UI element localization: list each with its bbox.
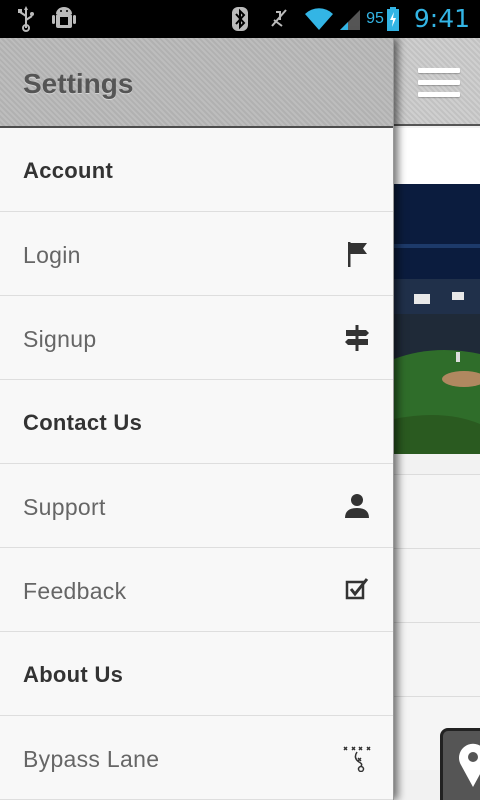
navigation-drawer: Settings Account Login Signup Contact Us (0, 38, 394, 800)
menu-item-label: Feedback (23, 578, 127, 604)
hamburger-menu-icon[interactable] (418, 68, 460, 100)
menu-item-support[interactable]: Support (0, 464, 393, 548)
list-item[interactable] (394, 622, 480, 696)
menu-item-bypass-lane[interactable]: Bypass Lane (0, 716, 393, 800)
baseball-stadium-photo (394, 184, 480, 454)
battery-charging-icon (386, 6, 399, 31)
signal-icon (340, 9, 361, 30)
section-header-account: Account (0, 128, 393, 212)
person-icon (345, 494, 369, 518)
battery-percent: 95 (366, 9, 384, 27)
menu-item-login[interactable]: Login (0, 212, 393, 296)
menu-item-feedback[interactable]: Feedback (0, 548, 393, 632)
menu-item-label: Support (23, 494, 106, 520)
status-bar: 95 9:41 (0, 0, 480, 38)
section-header-about-us: About Us (0, 632, 393, 716)
action-bar (394, 38, 480, 126)
section-label: Contact Us (23, 410, 143, 435)
list-item[interactable] (394, 548, 480, 622)
bluetooth-icon (232, 6, 249, 31)
play-diagram-icon (343, 746, 371, 772)
map-button[interactable] (440, 728, 480, 800)
clock: 9:41 (413, 4, 470, 33)
section-header-contact-us: Contact Us (0, 380, 393, 464)
drawer-title: Settings (23, 68, 134, 99)
section-label: About Us (23, 662, 124, 687)
menu-item-label: Signup (23, 326, 97, 352)
flag-icon (348, 242, 367, 267)
usb-icon (18, 6, 34, 32)
list-item[interactable] (394, 474, 480, 548)
menu-item-label: Bypass Lane (23, 746, 160, 772)
android-debug-icon (52, 7, 76, 28)
map-pin-icon (459, 743, 480, 787)
section-label: Account (23, 158, 114, 183)
drawer-header: Settings (0, 38, 393, 128)
menu-item-signup[interactable]: Signup (0, 296, 393, 380)
vibrate-icon (271, 8, 287, 27)
main-content (394, 38, 480, 800)
menu-item-label: Login (23, 242, 81, 268)
content-band (394, 128, 480, 184)
signpost-icon (345, 325, 369, 351)
wifi-icon (305, 7, 334, 30)
drawer-list: Account Login Signup Contact Us Support (0, 128, 393, 800)
checkbox-icon (345, 578, 369, 600)
